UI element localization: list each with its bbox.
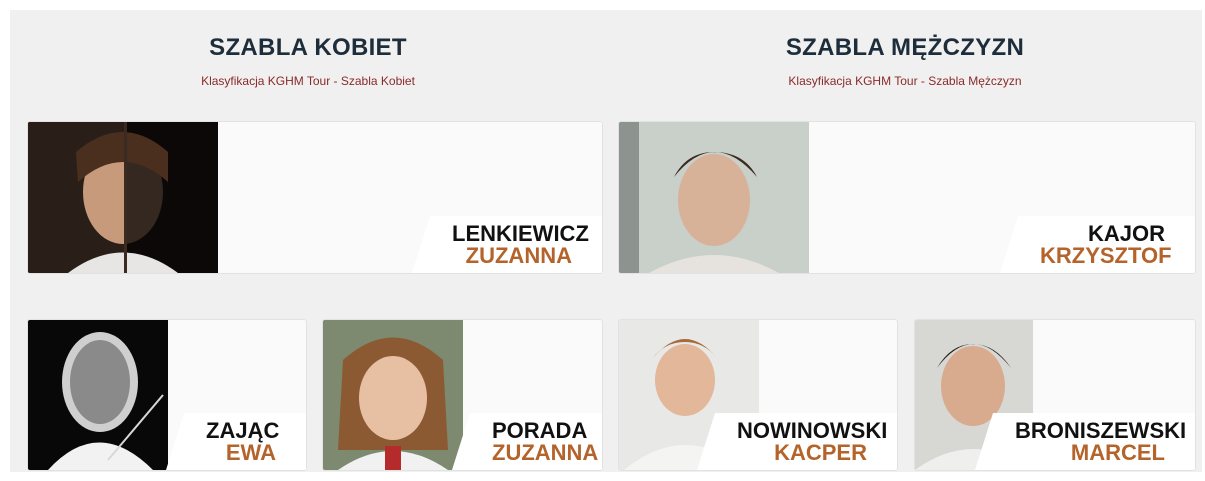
women-leader-card[interactable]: LENKIEWICZ ZUZANNA	[27, 121, 603, 274]
fencer-photo	[28, 122, 218, 273]
fencer-photo	[28, 320, 168, 470]
women-subtitle-link[interactable]: Klasyfikacja KGHM Tour - Szabla Kobiet	[18, 74, 598, 88]
fencer-surname: KAJOR	[1087, 221, 1165, 246]
name-plate: LENKIEWICZ ZUZANNA	[412, 216, 602, 273]
women-fencer-card[interactable]: ZAJĄC EWA	[27, 319, 307, 471]
fencer-photo	[619, 122, 809, 273]
fencer-surname: ZAJĄC	[206, 418, 280, 443]
fencer-surname: BRONISZEWSKI	[1015, 418, 1187, 443]
fencer-surname: LENKIEWICZ	[452, 221, 589, 246]
fencer-firstname: ZUZANNA	[465, 243, 572, 268]
women-column-header: SZABLA KOBIET Klasyfikacja KGHM Tour - S…	[18, 34, 598, 88]
name-plate: BRONISZEWSKI MARCEL	[975, 413, 1195, 470]
fencer-firstname: KACPER	[774, 440, 867, 465]
fencer-photo	[323, 320, 463, 470]
fencer-firstname: EWA	[225, 440, 276, 465]
name-plate: KAJOR KRZYSZTOF	[1000, 216, 1195, 273]
men-fencer-card[interactable]: NOWINOWSKI KACPER	[618, 319, 898, 471]
fencer-firstname: KRZYSZTOF	[1040, 243, 1172, 268]
name-plate: NOWINOWSKI KACPER	[697, 413, 897, 470]
women-title: SZABLA KOBIET	[209, 34, 407, 61]
women-fencer-card[interactable]: PORADA ZUZANNA	[322, 319, 603, 471]
ranking-panel: SZABLA KOBIET Klasyfikacja KGHM Tour - S…	[10, 10, 1202, 472]
name-plate: PORADA ZUZANNA	[452, 413, 602, 470]
men-column-header: SZABLA MĘŻCZYZN Klasyfikacja KGHM Tour -…	[615, 34, 1195, 88]
men-leader-card[interactable]: KAJOR KRZYSZTOF	[618, 121, 1196, 274]
fencer-firstname: MARCEL	[1070, 440, 1165, 465]
fencer-surname: PORADA	[492, 418, 588, 443]
men-fencer-card[interactable]: BRONISZEWSKI MARCEL	[914, 319, 1196, 471]
fencer-firstname: ZUZANNA	[492, 440, 599, 465]
men-subtitle-link[interactable]: Klasyfikacja KGHM Tour - Szabla Mężczyzn	[615, 74, 1195, 88]
fencer-surname: NOWINOWSKI	[737, 418, 888, 443]
men-title: SZABLA MĘŻCZYZN	[785, 34, 1025, 61]
name-plate: ZAJĄC EWA	[166, 413, 306, 470]
